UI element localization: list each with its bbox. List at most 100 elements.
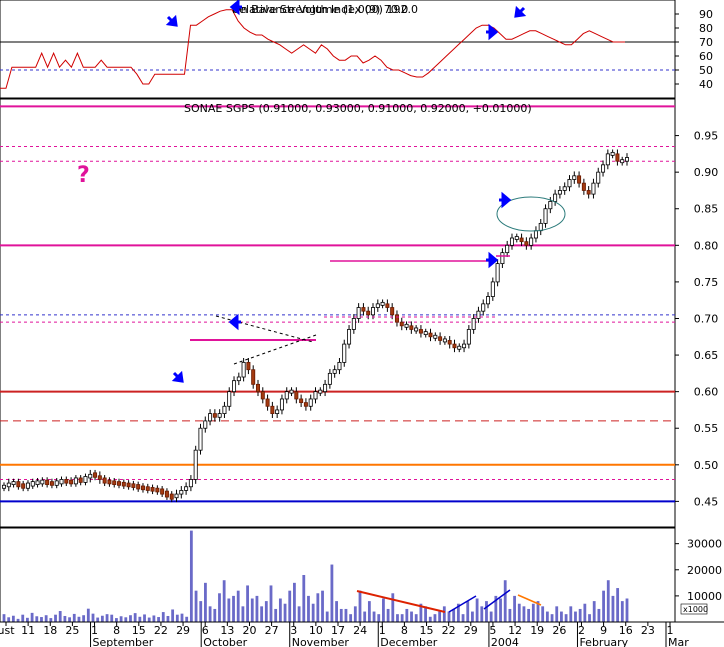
candle-body xyxy=(543,208,548,224)
price-tick-label: 0.75 xyxy=(694,276,719,289)
volume-bar xyxy=(471,611,474,622)
volume-bar xyxy=(325,611,329,622)
candle-body xyxy=(615,153,620,162)
candle-body xyxy=(155,487,160,493)
volume-bar xyxy=(344,608,348,622)
candle-body xyxy=(59,479,64,485)
volume-bar xyxy=(138,616,142,622)
volume-bar xyxy=(414,614,418,622)
volume-bar xyxy=(91,613,95,622)
volume-bar xyxy=(508,608,512,622)
candle-body xyxy=(625,157,630,162)
volume-bar xyxy=(157,617,160,622)
volume-bar xyxy=(611,595,615,622)
candle-body xyxy=(533,230,538,239)
candle-body xyxy=(289,389,294,394)
volume-bar xyxy=(349,614,353,622)
volume-bar xyxy=(447,611,451,622)
volume-bar xyxy=(124,617,128,622)
candle-body xyxy=(294,391,299,400)
volume-bar xyxy=(428,616,432,622)
volume-bar xyxy=(358,590,362,622)
volume-bar xyxy=(246,585,249,622)
volume-bar xyxy=(194,590,198,622)
candle-body xyxy=(462,343,467,349)
volume-bar xyxy=(227,598,231,622)
candle-body xyxy=(385,303,390,308)
volume-bar xyxy=(438,611,442,622)
candle-body xyxy=(581,182,586,191)
candle-body xyxy=(83,476,88,483)
candle-body xyxy=(342,343,347,363)
volume-bar xyxy=(541,606,545,622)
price-tick-label: 0.95 xyxy=(694,130,719,143)
obv-title: On Balance Volume (1,000) 192.0 xyxy=(232,3,418,16)
candle-body xyxy=(323,383,328,393)
month-label: Mar xyxy=(668,636,689,647)
volume-bar xyxy=(339,608,343,622)
candle-body xyxy=(236,376,241,382)
volume-bar xyxy=(54,614,57,622)
volume-bar xyxy=(175,614,179,622)
candle-body xyxy=(423,331,428,336)
date-tick-label: 26 xyxy=(552,624,566,637)
volume-bar xyxy=(386,608,390,622)
candle-body xyxy=(107,479,112,485)
candle-body xyxy=(131,483,136,488)
candle-body xyxy=(601,164,606,173)
candle-body xyxy=(366,310,371,316)
volume-bar xyxy=(424,606,427,622)
volume-bar xyxy=(597,608,601,622)
volume-bar xyxy=(330,564,334,622)
candle-body xyxy=(6,482,11,488)
candle-body xyxy=(160,488,165,495)
volume-bar xyxy=(311,603,315,622)
candle-body xyxy=(198,427,203,451)
volume-bar xyxy=(592,601,596,622)
candle-body xyxy=(562,186,567,191)
date-tick-label: 27 xyxy=(265,624,279,637)
volume-bar xyxy=(442,606,446,622)
month-label: September xyxy=(93,636,154,647)
candle-body xyxy=(605,153,610,166)
candle-body xyxy=(327,372,332,385)
volume-bar xyxy=(588,614,591,622)
volume-bar xyxy=(363,611,367,622)
volume-bar xyxy=(250,598,254,622)
volume-bar xyxy=(72,613,76,622)
volume-bar xyxy=(466,601,470,622)
volume-bar xyxy=(569,606,573,622)
volume-bar xyxy=(185,616,189,622)
volume-bar xyxy=(255,595,259,622)
candle-body xyxy=(136,484,141,490)
candle-body xyxy=(313,391,318,400)
candle-body xyxy=(140,485,145,491)
date-tick-label: 22 xyxy=(154,624,168,637)
volume-bar xyxy=(499,598,502,622)
month-label: October xyxy=(203,636,247,647)
candle-body xyxy=(486,296,491,305)
candle-body xyxy=(150,487,155,492)
date-tick-label: 24 xyxy=(353,624,367,637)
candle-body xyxy=(481,303,486,312)
volume-bar xyxy=(353,606,357,622)
candle-body xyxy=(255,383,260,393)
candle-body xyxy=(279,398,284,411)
candle-body xyxy=(232,380,237,393)
candle-body xyxy=(610,151,615,156)
volume-bar xyxy=(269,585,273,622)
candle-body xyxy=(93,472,98,478)
volume-bar xyxy=(452,608,456,622)
date-tick-label: 18 xyxy=(43,624,57,637)
panel-frame xyxy=(0,98,676,528)
volume-bar xyxy=(110,614,114,622)
date-tick-label: 29 xyxy=(176,624,190,637)
volume-bar xyxy=(152,615,156,622)
candle-body xyxy=(265,398,270,407)
price-tick-label: 0.55 xyxy=(694,422,719,435)
candle-body xyxy=(284,391,289,400)
price-tick-label: 0.85 xyxy=(694,203,719,216)
volume-bar xyxy=(96,617,100,622)
candle-body xyxy=(586,190,591,195)
volume-bar xyxy=(208,606,212,622)
